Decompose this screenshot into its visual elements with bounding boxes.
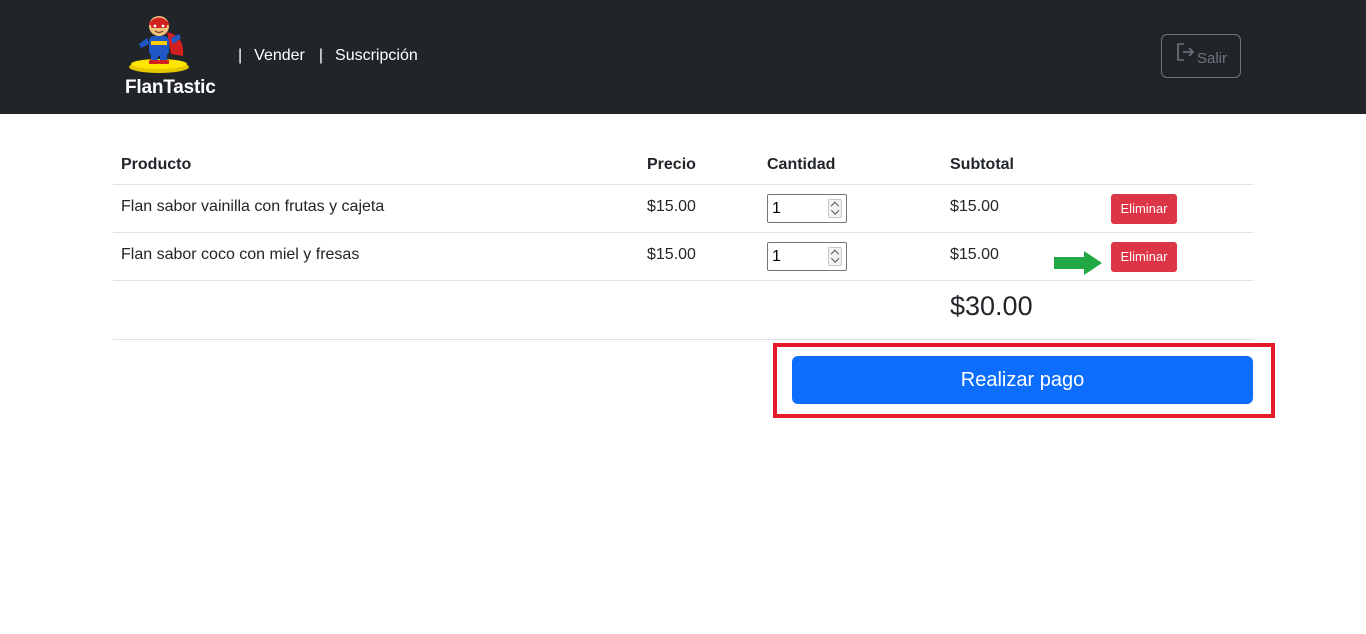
column-header-actions xyxy=(1096,146,1253,185)
table-header-row: Producto Precio Cantidad Subtotal xyxy=(113,146,1253,185)
superhero-flan-logo xyxy=(129,16,189,73)
spin-buttons[interactable] xyxy=(828,246,842,266)
quantity-input[interactable] xyxy=(768,242,824,269)
cart-total: $30.00 xyxy=(942,280,1096,340)
quantity-stepper[interactable] xyxy=(767,193,847,223)
product-name: Flan sabor vainilla con frutas y cajeta xyxy=(113,184,639,233)
nav-link-suscripcion[interactable]: Suscripción xyxy=(335,47,418,65)
product-price: $15.00 xyxy=(639,184,759,233)
quantity-stepper[interactable] xyxy=(767,241,847,271)
logout-button[interactable]: Salir xyxy=(1161,34,1241,78)
total-row: $30.00 xyxy=(113,280,1253,340)
top-navbar: FlanTastic | Vender | Suscripción Salir xyxy=(0,0,1366,114)
column-header-cantidad: Cantidad xyxy=(759,146,942,185)
row-subtotal: $15.00 xyxy=(942,184,1096,233)
green-arrow-annotation xyxy=(1054,251,1102,275)
quantity-cell xyxy=(759,232,942,281)
actions-cell: Eliminar xyxy=(1096,184,1253,233)
column-header-subtotal: Subtotal xyxy=(942,146,1096,185)
nav-separator: | xyxy=(318,47,324,64)
quantity-cell xyxy=(759,184,942,233)
column-header-producto: Producto xyxy=(113,146,639,185)
product-price: $15.00 xyxy=(639,232,759,281)
cart-table: Producto Precio Cantidad Subtotal Flan s… xyxy=(113,146,1253,340)
make-payment-button[interactable]: Realizar pago xyxy=(792,356,1253,404)
table-row: Flan sabor vainilla con frutas y cajeta … xyxy=(113,184,1253,233)
remove-item-button[interactable]: Eliminar xyxy=(1111,241,1177,272)
chevron-down-icon[interactable] xyxy=(830,254,840,263)
quantity-input[interactable] xyxy=(768,194,824,221)
brand-name: FlanTastic xyxy=(125,77,216,98)
column-header-precio: Precio xyxy=(639,146,759,185)
nav-separator: | xyxy=(238,47,243,64)
actions-cell: Eliminar xyxy=(1096,232,1253,281)
remove-item-button[interactable]: Eliminar xyxy=(1111,193,1177,224)
logout-label: Salir xyxy=(1196,49,1227,67)
chevron-down-icon[interactable] xyxy=(830,206,840,215)
main-nav: | Vender | Suscripción xyxy=(238,47,432,65)
total-amount: $30.00 xyxy=(950,290,1033,321)
brand[interactable]: FlanTastic xyxy=(125,10,221,106)
nav-link-vender[interactable]: Vender xyxy=(254,47,305,65)
product-name: Flan sabor coco con miel y fresas xyxy=(113,232,639,281)
logout-icon xyxy=(1177,43,1195,61)
spin-buttons[interactable] xyxy=(828,198,842,218)
